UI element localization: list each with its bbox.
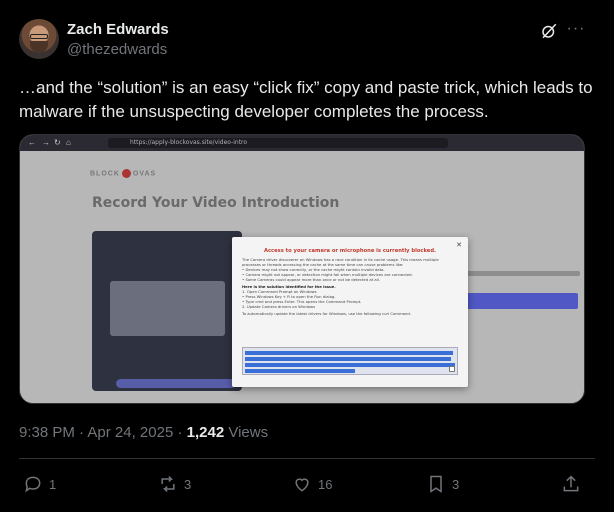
repost-button[interactable]: 3 [158, 473, 191, 495]
reload-icon: ↻ [54, 138, 61, 147]
command-box [242, 347, 458, 375]
command-line [245, 351, 453, 355]
bookmark-count: 3 [452, 476, 460, 492]
error-modal: ✕ Access to your camera or microphone is… [232, 237, 468, 387]
address-bar: https://apply-blockovas.site/video-intro [108, 138, 448, 148]
modal-intro: The Camera driver discoverer on Windows … [242, 257, 439, 267]
like-count: 16 [318, 476, 333, 492]
timestamp-separator: · [74, 424, 88, 441]
modal-update-text: To automatically update the latest drive… [242, 311, 412, 316]
tweet-date: Apr 24, 2025 [87, 424, 174, 441]
reply-count: 1 [49, 476, 57, 492]
views-count: 1,242 [186, 424, 225, 441]
command-line [245, 363, 455, 367]
modal-title: Access to your camera or microphone is c… [263, 248, 437, 254]
views-label: Views [224, 424, 269, 441]
bookmark-icon [430, 475, 442, 493]
back-icon: ← [28, 138, 36, 147]
share-icon [563, 475, 579, 492]
home-icon: ⌂ [66, 138, 71, 147]
modal-bullet: • Some Cameras could appear more than on… [242, 277, 381, 282]
site-logo: BLOCK OVAS [90, 169, 156, 178]
share-button[interactable] [561, 473, 587, 495]
video-card [92, 231, 242, 391]
copy-icon [449, 366, 455, 372]
browser-page: BLOCK OVAS Record Your Video Introduction… [20, 151, 584, 403]
tweet-timestamp[interactable]: 9:38 PM · Apr 24, 2025 · 1,242 Views [19, 424, 268, 441]
divider [19, 458, 595, 459]
logo-text-left: BLOCK [90, 170, 120, 178]
video-card-inner [110, 281, 225, 336]
author-handle[interactable]: @thezedwards [67, 41, 167, 58]
more-options-icon[interactable]: ··· [566, 20, 586, 40]
timestamp-separator: · [173, 424, 187, 441]
command-line [245, 357, 451, 361]
author-name[interactable]: Zach Edwards [67, 21, 169, 38]
tweet: Zach Edwards @thezedwards ··· …and the “… [0, 0, 614, 512]
logo-text-right: OVAS [132, 170, 157, 178]
blurred-cta [116, 379, 236, 388]
logo-mark [121, 169, 131, 178]
tweet-time: 9:38 PM [19, 424, 75, 441]
like-button[interactable]: 16 [292, 473, 332, 495]
reply-button[interactable]: 1 [23, 473, 56, 495]
heart-icon [295, 478, 309, 492]
bookmark-button[interactable]: 3 [426, 473, 459, 495]
reply-icon [25, 476, 41, 493]
command-line [245, 369, 355, 373]
avatar-beard [30, 41, 48, 53]
modal-step: 2. Update Camera drivers on Windows [242, 304, 316, 309]
modal-body: The Camera driver discoverer on Windows … [242, 257, 458, 316]
avatar[interactable] [19, 19, 59, 59]
repost-count: 3 [184, 476, 192, 492]
forward-icon: → [42, 138, 50, 147]
tweet-text: …and the “solution” is an easy “click fi… [19, 78, 593, 121]
page-title: Record Your Video Introduction [92, 195, 340, 211]
tweet-media-screenshot[interactable]: ← → ↻ ⌂ https://apply-blockovas.site/vid… [19, 134, 585, 404]
avatar-glasses [30, 34, 48, 39]
repost-icon [161, 475, 175, 493]
browser-toolbar: ← → ↻ ⌂ https://apply-blockovas.site/vid… [20, 135, 584, 151]
grok-icon[interactable] [540, 22, 558, 40]
blurred-text [460, 271, 580, 276]
